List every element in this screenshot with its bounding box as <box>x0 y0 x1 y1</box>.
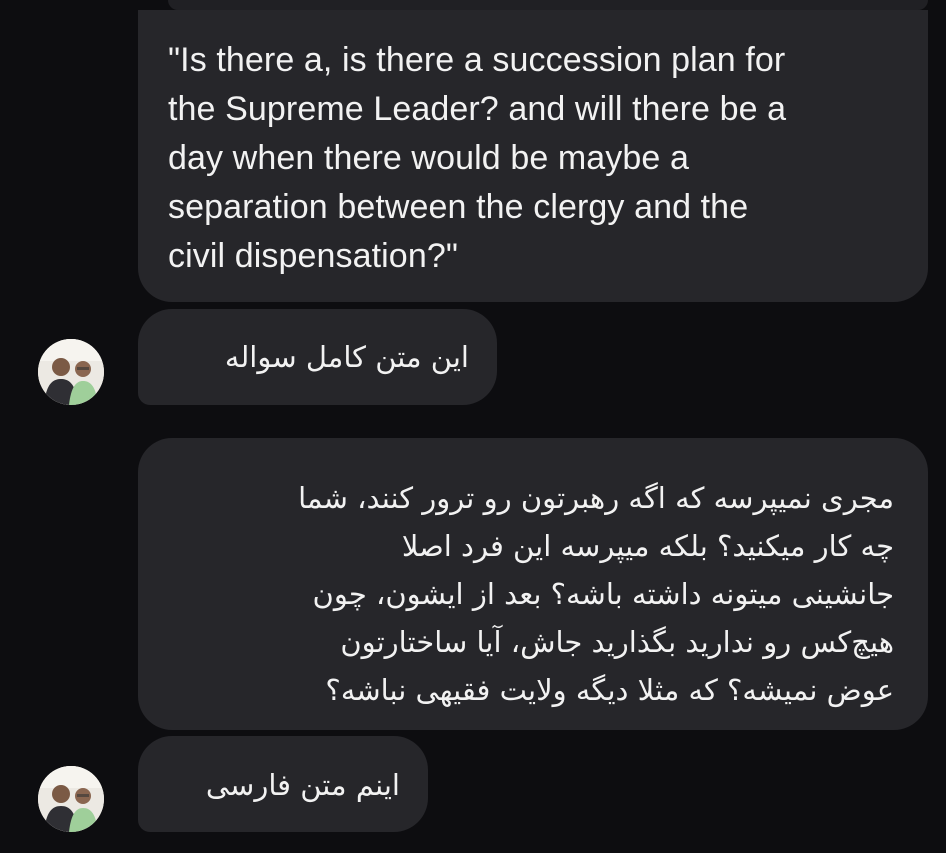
avatar[interactable] <box>38 766 104 832</box>
two-people-photo-icon <box>38 339 104 405</box>
message-bubble-persian-explanation[interactable]: مجری نمیپرسه که اگه رهبرتون رو ترور کنند… <box>138 438 928 730</box>
message-text: اینم متن فارسی <box>205 768 400 802</box>
message-text: این متن کامل سواله <box>224 340 469 374</box>
message-text: "Is there a, is there a succession plan … <box>168 41 787 275</box>
message-bubble-full-question-note[interactable]: این متن کامل سواله <box>138 309 497 405</box>
chat-view: "Is there a, is there a succession plan … <box>0 0 946 853</box>
avatar[interactable] <box>38 339 104 405</box>
message-bubble-persian-text-note[interactable]: اینم متن فارسی <box>138 736 428 832</box>
previous-message-edge <box>168 0 928 10</box>
message-bubble-english-quote[interactable]: "Is there a, is there a succession plan … <box>138 10 928 302</box>
two-people-photo-icon <box>38 766 104 832</box>
message-text: مجری نمیپرسه که اگه رهبرتون رو ترور کنند… <box>298 481 894 707</box>
